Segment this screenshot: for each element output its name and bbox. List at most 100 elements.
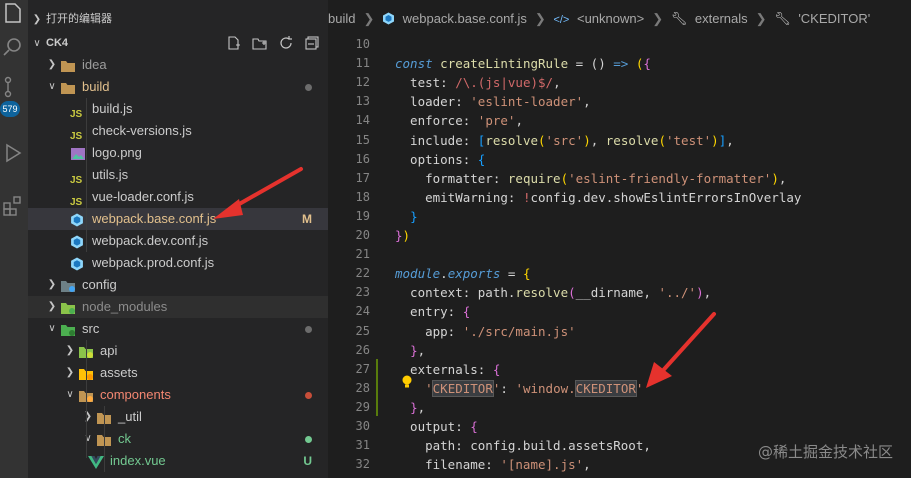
code-line[interactable]: options: { xyxy=(395,150,485,169)
line-number: 10 xyxy=(355,37,370,51)
code-line[interactable]: entry: { xyxy=(395,302,470,321)
folder-item[interactable]: ❯ config xyxy=(28,274,328,296)
collapse-all-icon[interactable] xyxy=(304,35,320,51)
tree-item-label: logo.png xyxy=(92,145,142,160)
code-line[interactable]: filename: '[name].js', xyxy=(395,455,591,474)
source-control-icon[interactable] xyxy=(2,76,24,98)
code-line[interactable]: } xyxy=(395,207,418,226)
file-item[interactable]: webpack.dev.conf.js xyxy=(28,230,328,252)
new-folder-icon[interactable] xyxy=(252,35,268,51)
code-line[interactable]: formatter: require('eslint-friendly-form… xyxy=(395,169,786,188)
new-file-icon[interactable] xyxy=(226,35,242,51)
folder-item[interactable]: ∨ src xyxy=(28,318,328,340)
folder-item[interactable]: ∨ build xyxy=(28,76,328,98)
code-line[interactable]: path: config.build.assetsRoot, xyxy=(395,436,651,455)
chevron-down-icon: ∨ xyxy=(66,389,74,400)
tree-item-label: api xyxy=(100,343,118,358)
workspace-root[interactable]: ∨ CK4 xyxy=(28,32,328,54)
code-line[interactable]: }, xyxy=(395,398,425,417)
file-item[interactable]: JS utils.js xyxy=(28,164,328,186)
vue-icon xyxy=(88,454,104,469)
code-line[interactable]: output: { xyxy=(395,417,478,436)
webpack-icon xyxy=(70,234,86,249)
indent-guide xyxy=(86,98,87,252)
refresh-icon[interactable] xyxy=(278,35,294,51)
tree-item-label: _util xyxy=(118,409,142,424)
folder-src-icon xyxy=(60,322,76,336)
search-icon[interactable] xyxy=(2,36,24,58)
code-line[interactable]: test: /\.(js|vue)$/, xyxy=(395,73,561,92)
tree-item-label: index.vue xyxy=(110,453,166,468)
chevron-right-icon: ❯ xyxy=(363,11,375,26)
open-editors-section[interactable]: ❯ 打开的编辑器 xyxy=(28,8,112,30)
tree-item-label: webpack.dev.conf.js xyxy=(92,233,209,248)
breadcrumb-item-file[interactable]: webpack.base.conf.js xyxy=(403,11,527,26)
tree-item-label: node_modules xyxy=(82,299,168,314)
code-editor[interactable]: build ❯ webpack.base.conf.js ❯ </> <unknow… xyxy=(328,0,911,478)
code-line[interactable]: 'CKEDITOR': 'window.CKEDITOR' xyxy=(395,379,643,398)
file-item[interactable]: webpack.prod.conf.js xyxy=(28,252,328,274)
chevron-right-icon: ❯ xyxy=(47,279,57,290)
tree-item-label: webpack.prod.conf.js xyxy=(92,255,215,270)
line-number: 17 xyxy=(355,171,370,185)
line-number: 11 xyxy=(355,56,370,70)
folder-item[interactable]: ∨ ck xyxy=(28,428,328,450)
line-number: 18 xyxy=(355,190,370,204)
breadcrumb-item-build[interactable]: build xyxy=(328,11,355,26)
code-line[interactable]: include: [resolve('src'), resolve('test'… xyxy=(395,131,734,150)
wrench-icon: 🔧︎ xyxy=(774,11,791,26)
code-line[interactable]: enforce: 'pre', xyxy=(395,111,523,130)
code-line[interactable]: const createLintingRule = () => ({ xyxy=(395,54,651,73)
code-line[interactable]: context: path.resolve(__dirname, '../'), xyxy=(395,283,711,302)
code-line[interactable]: emitWarning: !config.dev.showEslintError… xyxy=(395,188,801,207)
code-line[interactable]: }, xyxy=(395,341,425,360)
line-number: 25 xyxy=(355,324,370,338)
code-line[interactable]: }) xyxy=(395,226,410,245)
chevron-down-icon: ∨ xyxy=(33,38,41,49)
folder-item[interactable]: ❯ node_modules xyxy=(28,296,328,318)
breadcrumb-item-ckeditor[interactable]: 'CKEDITOR' xyxy=(798,11,870,26)
tree-item-label: assets xyxy=(100,365,138,380)
webpack-file-icon xyxy=(382,10,395,32)
explorer-sidebar: ❯ 打开的编辑器 ∨ CK4 ❯ idea ∨ build JS build.js JS chec… xyxy=(28,0,328,478)
code-line[interactable]: externals: { xyxy=(395,360,500,379)
code-line[interactable]: module.exports = { xyxy=(395,264,530,283)
chevron-right-icon: ❯ xyxy=(83,411,93,422)
tree-item-label: config xyxy=(82,277,117,292)
tree-item-label: idea xyxy=(82,57,107,72)
line-number: 27 xyxy=(355,362,370,376)
chevron-right-icon: ❯ xyxy=(32,14,42,25)
line-number: 14 xyxy=(355,113,370,127)
file-item[interactable]: JS check-versions.js xyxy=(28,120,328,142)
folder-item[interactable]: ❯ api xyxy=(28,340,328,362)
code-line[interactable]: loader: 'eslint-loader', xyxy=(395,92,591,111)
file-item[interactable]: JS vue-loader.conf.js xyxy=(28,186,328,208)
folder-item[interactable]: ❯ _util xyxy=(28,406,328,428)
explorer-icon[interactable] xyxy=(2,2,24,24)
run-debug-icon[interactable] xyxy=(2,142,24,164)
js-icon: JS xyxy=(70,175,83,186)
chevron-right-icon: ❯ xyxy=(652,11,664,26)
folder-item[interactable]: ❯ idea xyxy=(28,54,328,76)
line-number: 16 xyxy=(355,152,370,166)
file-item[interactable]: webpack.base.conf.js M xyxy=(28,208,328,230)
folder-node-icon xyxy=(60,300,76,314)
file-item[interactable]: logo.png xyxy=(28,142,328,164)
line-number: 31 xyxy=(355,438,370,452)
line-number: 12 xyxy=(355,75,370,89)
file-item[interactable]: index.vue U xyxy=(28,450,328,472)
extensions-icon[interactable] xyxy=(2,194,24,216)
change-dot xyxy=(305,84,312,91)
code-line[interactable]: app: './src/main.js' xyxy=(395,322,576,341)
breadcrumb-item-unknown[interactable]: <unknown> xyxy=(577,11,644,26)
folder-item[interactable]: ❯ assets xyxy=(28,362,328,384)
tree-item-label: src xyxy=(82,321,100,336)
line-number: 30 xyxy=(355,419,370,433)
file-item[interactable]: JS build.js xyxy=(28,98,328,120)
line-number: 13 xyxy=(355,94,370,108)
git-modified-gutter xyxy=(376,359,378,416)
tree-item-label: vue-loader.conf.js xyxy=(92,189,194,204)
folder-item[interactable]: ∨ components xyxy=(28,384,328,406)
breadcrumb-item-externals[interactable]: externals xyxy=(695,11,748,26)
line-number: 22 xyxy=(355,266,370,280)
